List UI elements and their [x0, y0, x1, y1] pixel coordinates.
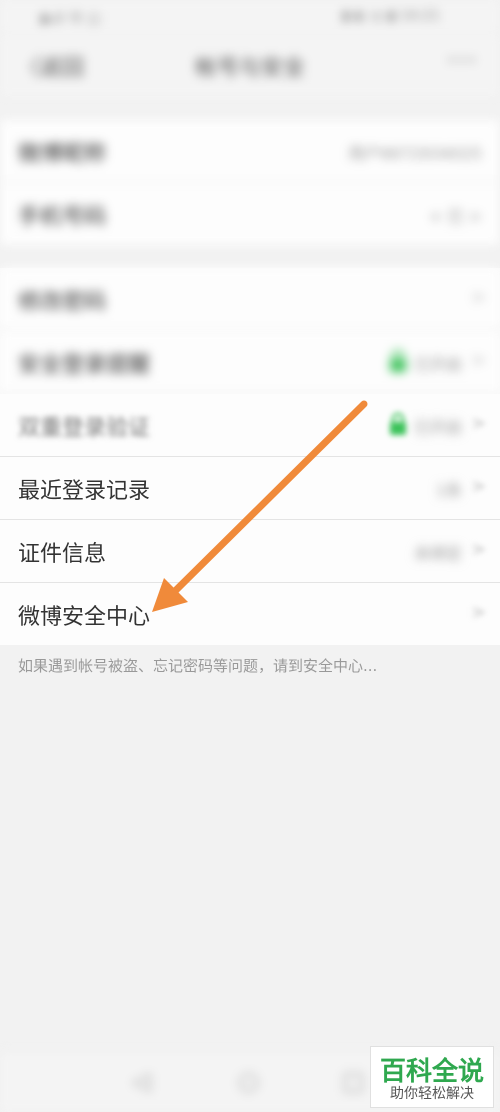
nav-back-icon[interactable]: ◁ — [132, 1067, 150, 1095]
change-password-label: 修改密码 — [18, 290, 107, 315]
account-group: 微博昵称 用户6672934025 手机号码 + 已 > — [0, 120, 500, 245]
phone-value: + 已 > — [429, 207, 482, 226]
more-icon[interactable]: ··· — [447, 46, 478, 76]
security-center-row[interactable]: 微博安全中心 > — [0, 583, 500, 645]
login-alert-value: 已开启 — [413, 355, 462, 374]
chevron-right-icon: > — [470, 350, 486, 371]
id-info-value: 未绑定 — [413, 544, 462, 563]
chevron-right-icon: > — [470, 413, 486, 434]
status-bar: ▮ull 令 ◫ ▮ ◐ ◎ ▮ 14:21 — [0, 0, 500, 34]
chevron-right-icon: > — [470, 539, 486, 560]
phone-row[interactable]: 手机号码 + 已 > — [0, 183, 500, 245]
security-center-label: 微博安全中心 — [18, 605, 151, 630]
nickname-value: 用户6672934025 — [348, 144, 482, 163]
two-factor-row[interactable]: 双重登录验证 已开启 > — [0, 394, 500, 457]
chevron-right-icon: > — [470, 287, 486, 308]
help-hint: 如果遇到帐号被盗、忘记密码等问题，请到安全中心... — [18, 657, 378, 675]
recent-login-row[interactable]: 最近登录记录 1条 > — [0, 457, 500, 520]
two-factor-value: 已开启 — [413, 418, 462, 437]
login-alert-label: 安全登录提醒 — [18, 353, 151, 378]
status-clock: ▮ ◐ ◎ ▮ 14:21 — [342, 8, 440, 24]
nickname-row[interactable]: 微博昵称 用户6672934025 — [0, 120, 500, 183]
recent-login-label: 最近登录记录 — [18, 479, 151, 504]
login-alert-row[interactable]: 安全登录提醒 已开启 > — [0, 331, 500, 394]
chevron-right-icon: > — [470, 602, 486, 623]
nav-home-icon[interactable]: ○ — [238, 1067, 259, 1095]
nav-recent-icon[interactable]: □ — [342, 1067, 365, 1095]
lock-icon — [390, 349, 406, 372]
watermark-subtitle: 助你轻松解决 — [390, 1086, 474, 1102]
status-signal-icons: ▮ull 令 ◫ — [40, 11, 101, 27]
nickname-label: 微博昵称 — [18, 142, 107, 167]
phone-label: 手机号码 — [18, 205, 107, 230]
page-title: 帐号与安全 — [194, 56, 305, 81]
recent-login-value: 1条 — [435, 481, 462, 500]
chevron-right-icon: > — [470, 476, 486, 497]
watermark-logo: 百科全说 助你轻松解决 — [370, 1046, 494, 1108]
nav-bar: 〈返回 帐号与安全 ··· — [0, 34, 500, 96]
security-group: 修改密码 > 安全登录提醒 已开启 > 双重登录验证 已开启 > 最近登录记录 … — [0, 268, 500, 645]
change-password-row[interactable]: 修改密码 > — [0, 268, 500, 331]
id-info-label: 证件信息 — [18, 542, 107, 567]
two-factor-label: 双重登录验证 — [18, 416, 151, 441]
id-info-row[interactable]: 证件信息 未绑定 > — [0, 520, 500, 583]
lock-icon — [390, 412, 406, 435]
